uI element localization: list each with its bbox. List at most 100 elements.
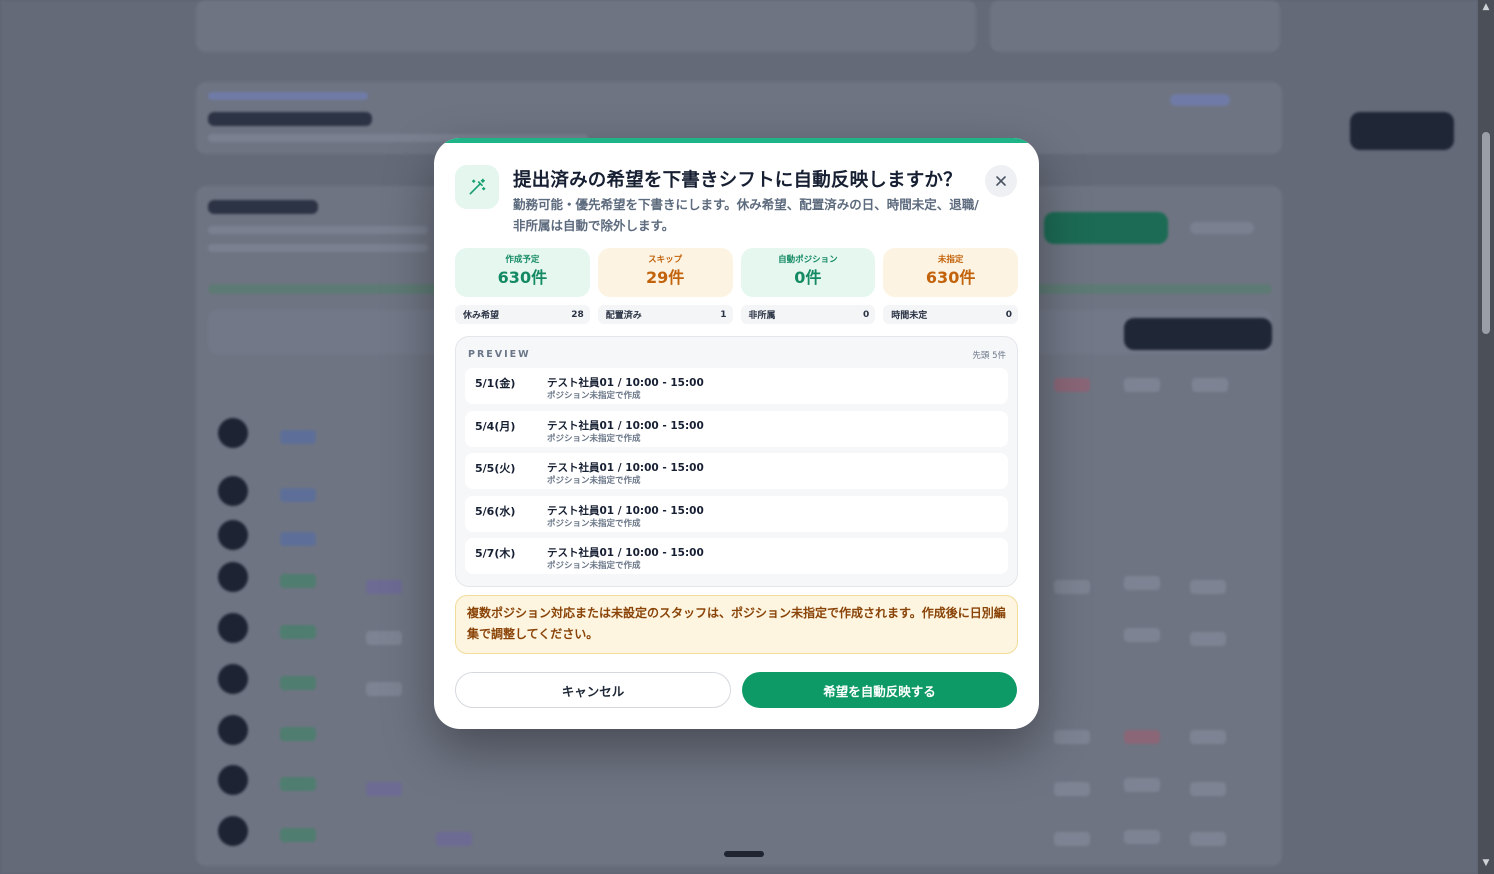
preview-list: 5/1(金) テスト社員01 / 10:00 - 15:00 ポジション未指定で… [465, 368, 1008, 581]
bg-cell [280, 676, 316, 690]
bg-cell [1190, 632, 1226, 646]
apply-button[interactable]: 希望を自動反映する [742, 672, 1017, 708]
bg-bar [208, 244, 428, 252]
stat-skip: スキップ 29件 [597, 248, 733, 297]
substat-value: 28 [571, 309, 584, 320]
stat-auto-position: 自動ポジション 0件 [740, 248, 876, 297]
stat-label: 自動ポジション [778, 255, 838, 265]
stat-value: 29件 [645, 268, 685, 287]
bg-cell [366, 682, 402, 696]
bg-cell [1054, 378, 1090, 392]
preview-panel: PREVIEW 先頭 5件 5/1(金) テスト社員01 / 10:00 - 1… [455, 336, 1018, 587]
bg-cell [1190, 580, 1226, 594]
bg-button [1350, 112, 1454, 150]
auto-apply-dialog: 提出済みの希望を下書きシフトに自動反映しますか？ 勤務可能・優先希望を下書きにし… [434, 138, 1039, 729]
preview-date: 5/1(金) [475, 377, 516, 390]
bg-button [1124, 318, 1272, 350]
bg-bar [1190, 222, 1254, 234]
bg-cell [366, 631, 402, 645]
substat-time-undecided: 時間未定 0 [883, 305, 1018, 324]
drag-handle[interactable] [724, 851, 764, 857]
bg-cell [1054, 580, 1090, 594]
preview-shift: テスト社員01 / 10:00 - 15:00 [547, 547, 704, 559]
bg-avatar [218, 418, 248, 448]
substat-value: 0 [862, 309, 870, 320]
substat-label: 時間未定 [891, 311, 928, 321]
preview-note: ポジション未指定で作成 [547, 518, 641, 529]
bg-cell [1124, 628, 1160, 642]
substat-non-member: 非所属 0 [740, 305, 876, 324]
bg-cell [280, 430, 316, 444]
substat-label: 休み希望 [463, 311, 500, 321]
substat-label: 非所属 [748, 311, 776, 321]
dialog-accent-bar [434, 138, 1039, 143]
close-icon [995, 172, 1007, 191]
bg-cell [1190, 730, 1226, 744]
bg-cell [366, 782, 402, 796]
preview-date: 5/7(木) [475, 547, 516, 560]
cancel-button[interactable]: キャンセル [455, 672, 731, 708]
preview-heading: PREVIEW [468, 349, 531, 360]
substat-day-off: 休み希望 28 [455, 305, 590, 324]
stat-unassigned: 未指定 630件 [883, 248, 1018, 297]
bg-cell [280, 777, 316, 791]
magic-wand-icon [455, 165, 499, 209]
scroll-up-icon[interactable]: ▲ [1481, 2, 1491, 12]
stat-label: 作成予定 [505, 255, 540, 265]
bg-cell [1192, 378, 1228, 392]
stat-value: 630件 [925, 268, 976, 287]
preview-shift: テスト社員01 / 10:00 - 15:00 [547, 504, 704, 517]
bg-cell [1054, 730, 1090, 744]
bg-cell [1054, 782, 1090, 796]
close-button[interactable] [985, 165, 1017, 197]
stat-label: 未指定 [937, 255, 964, 265]
summary-stats: 作成予定 630件 スキップ 29件 自動ポジション 0件 未指定 630件 [455, 248, 1018, 297]
bg-avatar [218, 476, 248, 506]
position-notice: 複数ポジション対応または未設定のスタッフは、ポジション未指定で作成されます。作成… [455, 595, 1018, 654]
bg-cell [1124, 730, 1160, 744]
list-item: 5/6(水) テスト社員01 / 10:00 - 15:00 ポジション未指定で… [465, 495, 1008, 532]
bg-avatar [218, 816, 248, 846]
stat-value: 630件 [497, 268, 548, 287]
bg-cell [1054, 832, 1090, 846]
preview-shift: テスト社員01 / 10:00 - 15:00 [547, 462, 704, 474]
stat-create: 作成予定 630件 [455, 248, 590, 297]
preview-note: ポジション未指定で作成 [547, 433, 641, 444]
bg-cell [1124, 778, 1160, 792]
substat-assigned: 配置済み 1 [597, 305, 733, 324]
skip-breakdown: 休み希望 28 配置済み 1 非所属 0 時間未定 0 [455, 305, 1018, 324]
bg-avatar [218, 562, 248, 592]
bg-cell [280, 828, 316, 842]
scroll-down-icon[interactable]: ▼ [1481, 858, 1491, 868]
bg-bar [208, 200, 318, 214]
bg-avatar [218, 765, 248, 795]
scrollbar-thumb[interactable] [1482, 132, 1490, 334]
preview-date: 5/6(水) [475, 504, 516, 518]
bg-cell [280, 625, 316, 639]
list-item: 5/7(木) テスト社員01 / 10:00 - 15:00 ポジション未指定で… [465, 538, 1008, 574]
preview-shift: テスト社員01 / 10:00 - 15:00 [547, 377, 704, 389]
stat-label: スキップ [648, 255, 683, 265]
bg-cell [280, 574, 316, 588]
substat-value: 1 [720, 309, 727, 320]
bg-avatar [218, 613, 248, 643]
bg-bar [208, 92, 368, 100]
dialog-description: 勤務可能・優先希望を下書きにします。休み希望、配置済みの日、時間未定、退職/非所… [513, 197, 979, 233]
bg-avatar [218, 664, 248, 694]
bg-cell [366, 580, 402, 594]
bg-bar [1170, 94, 1230, 106]
bg-bar [208, 226, 428, 234]
preview-count: 先頭 5件 [972, 351, 1006, 361]
bg-button [1044, 212, 1168, 244]
list-item: 5/1(金) テスト社員01 / 10:00 - 15:00 ポジション未指定で… [465, 368, 1008, 404]
bg-cell [1124, 576, 1160, 590]
scrollbar-track[interactable]: ▲ ▼ [1478, 0, 1494, 874]
preview-date: 5/4(月) [475, 419, 516, 433]
preview-date: 5/5(火) [475, 462, 516, 475]
preview-note: ポジション未指定で作成 [547, 391, 641, 401]
bg-cell [280, 488, 316, 502]
bg-cell [1190, 832, 1226, 846]
preview-note: ポジション未指定で作成 [547, 476, 641, 486]
list-item: 5/5(火) テスト社員01 / 10:00 - 15:00 ポジション未指定で… [465, 453, 1008, 489]
bg-cell [280, 727, 316, 741]
